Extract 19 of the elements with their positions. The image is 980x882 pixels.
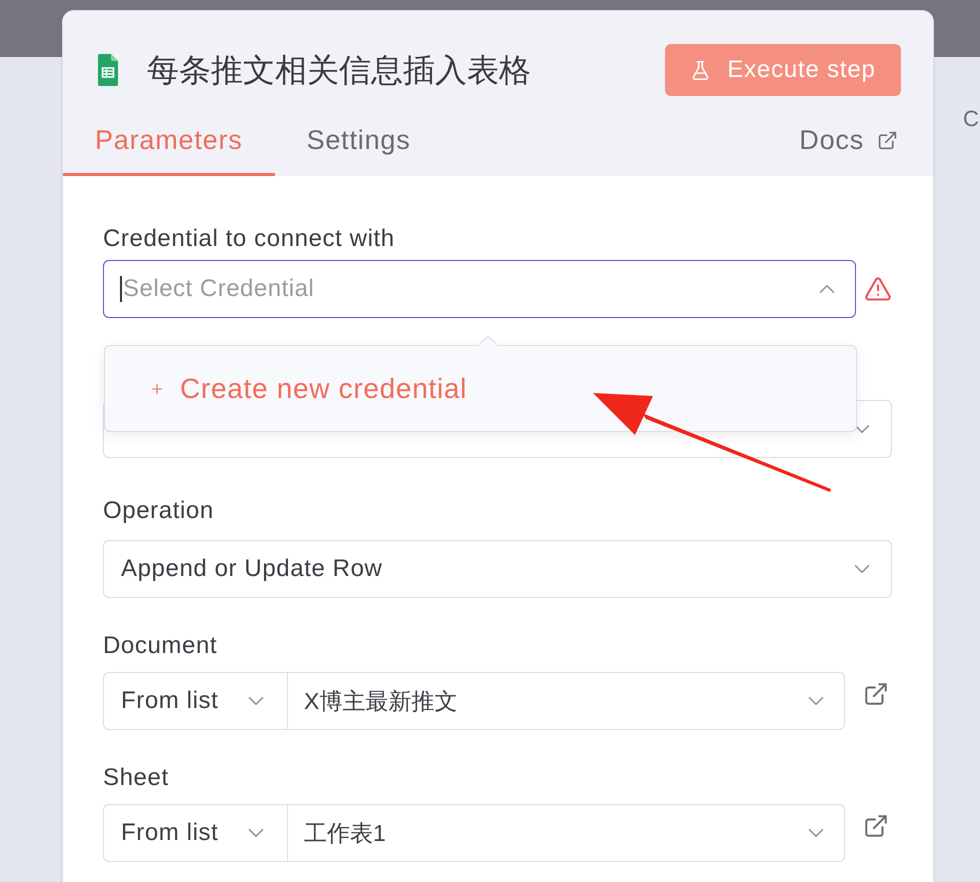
tab[interactable]: Settings: [274, 108, 443, 176]
external-link-icon[interactable]: [863, 681, 889, 707]
mode-select[interactable]: From list: [103, 804, 288, 862]
external-link-icon: [877, 130, 898, 151]
mode-select[interactable]: From list: [103, 672, 288, 730]
field-label: Document: [103, 631, 218, 661]
field-label: Operation: [103, 496, 214, 526]
value-select[interactable]: X博主最新推文: [288, 672, 845, 730]
label-text: C: [963, 106, 979, 132]
value-select[interactable]: 工作表1: [288, 804, 845, 862]
external-link-icon[interactable]: [863, 813, 889, 839]
credential-select[interactable]: Select Credential: [103, 260, 856, 318]
field-label: Credential to connect with: [103, 224, 395, 254]
field-label: Sheet: [103, 763, 169, 793]
spreadsheet-icon: [98, 54, 118, 86]
select-field[interactable]: Append or Update Row: [103, 540, 892, 598]
node-title: 每条推文相关信息插入表格: [147, 51, 531, 90]
docs-link[interactable]: Docs: [799, 108, 898, 176]
text-cursor-icon: [120, 276, 122, 302]
